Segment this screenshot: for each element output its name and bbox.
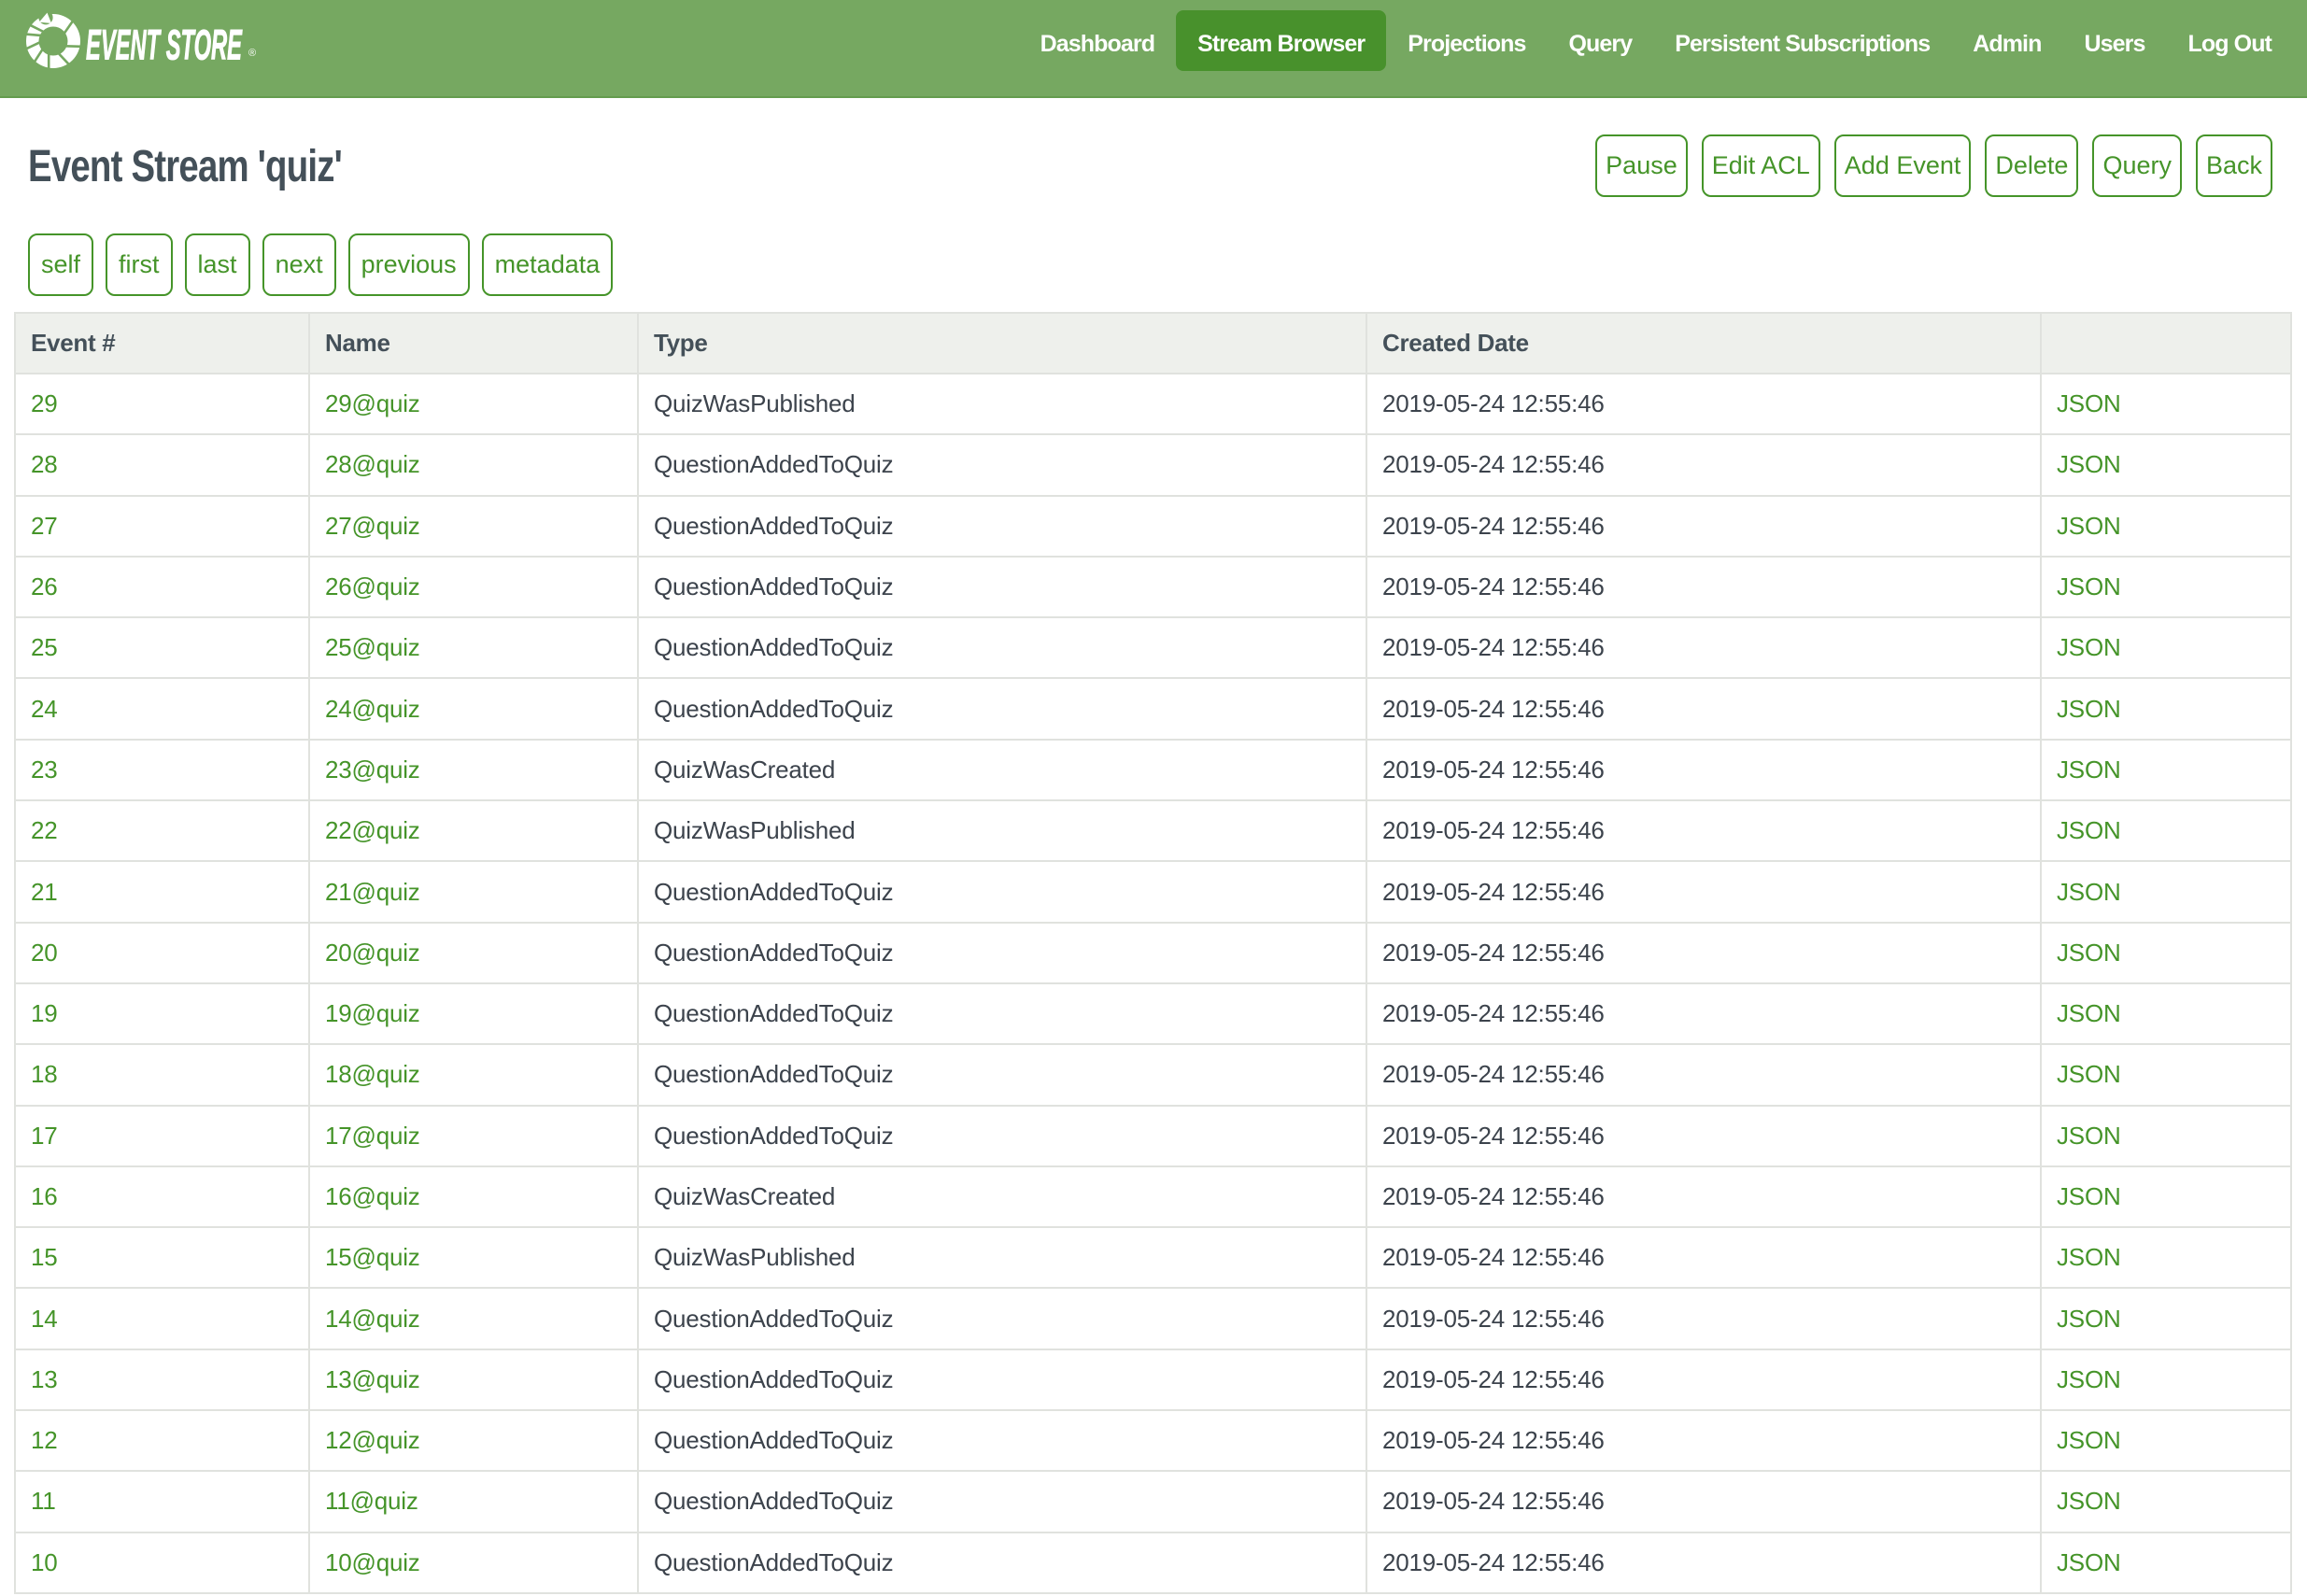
svg-text:®: ® xyxy=(248,48,256,59)
svg-text:EVENT STORE: EVENT STORE xyxy=(86,21,243,69)
